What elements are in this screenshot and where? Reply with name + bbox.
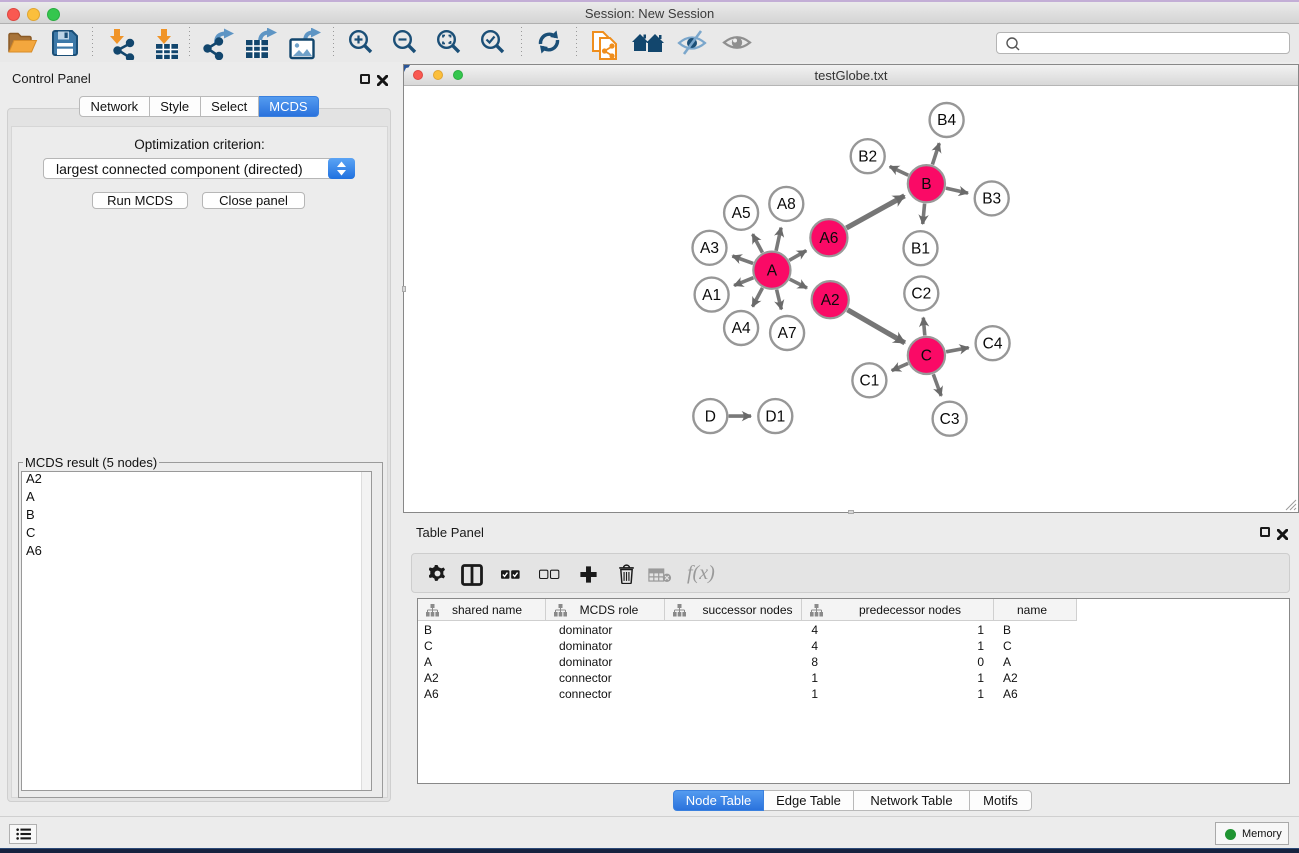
svg-text:A1: A1 [702, 287, 721, 304]
svg-text:B2: B2 [858, 148, 877, 165]
svg-text:A6: A6 [819, 230, 838, 247]
svg-text:C2: C2 [911, 286, 931, 303]
svg-text:C3: C3 [940, 411, 960, 428]
svg-text:B1: B1 [911, 240, 930, 257]
svg-text:A5: A5 [732, 205, 751, 222]
svg-text:A3: A3 [700, 240, 719, 257]
svg-text:C1: C1 [859, 373, 879, 390]
svg-text:A7: A7 [778, 325, 797, 342]
svg-text:A: A [767, 262, 778, 279]
svg-text:C: C [921, 348, 932, 365]
svg-text:D: D [705, 408, 716, 425]
svg-text:C4: C4 [983, 335, 1003, 352]
svg-text:A8: A8 [777, 196, 796, 213]
svg-text:D1: D1 [765, 408, 785, 425]
svg-text:B3: B3 [982, 191, 1001, 208]
svg-text:B: B [921, 176, 931, 193]
svg-text:A2: A2 [821, 292, 840, 309]
svg-text:A4: A4 [732, 320, 751, 337]
svg-text:B4: B4 [937, 112, 956, 129]
